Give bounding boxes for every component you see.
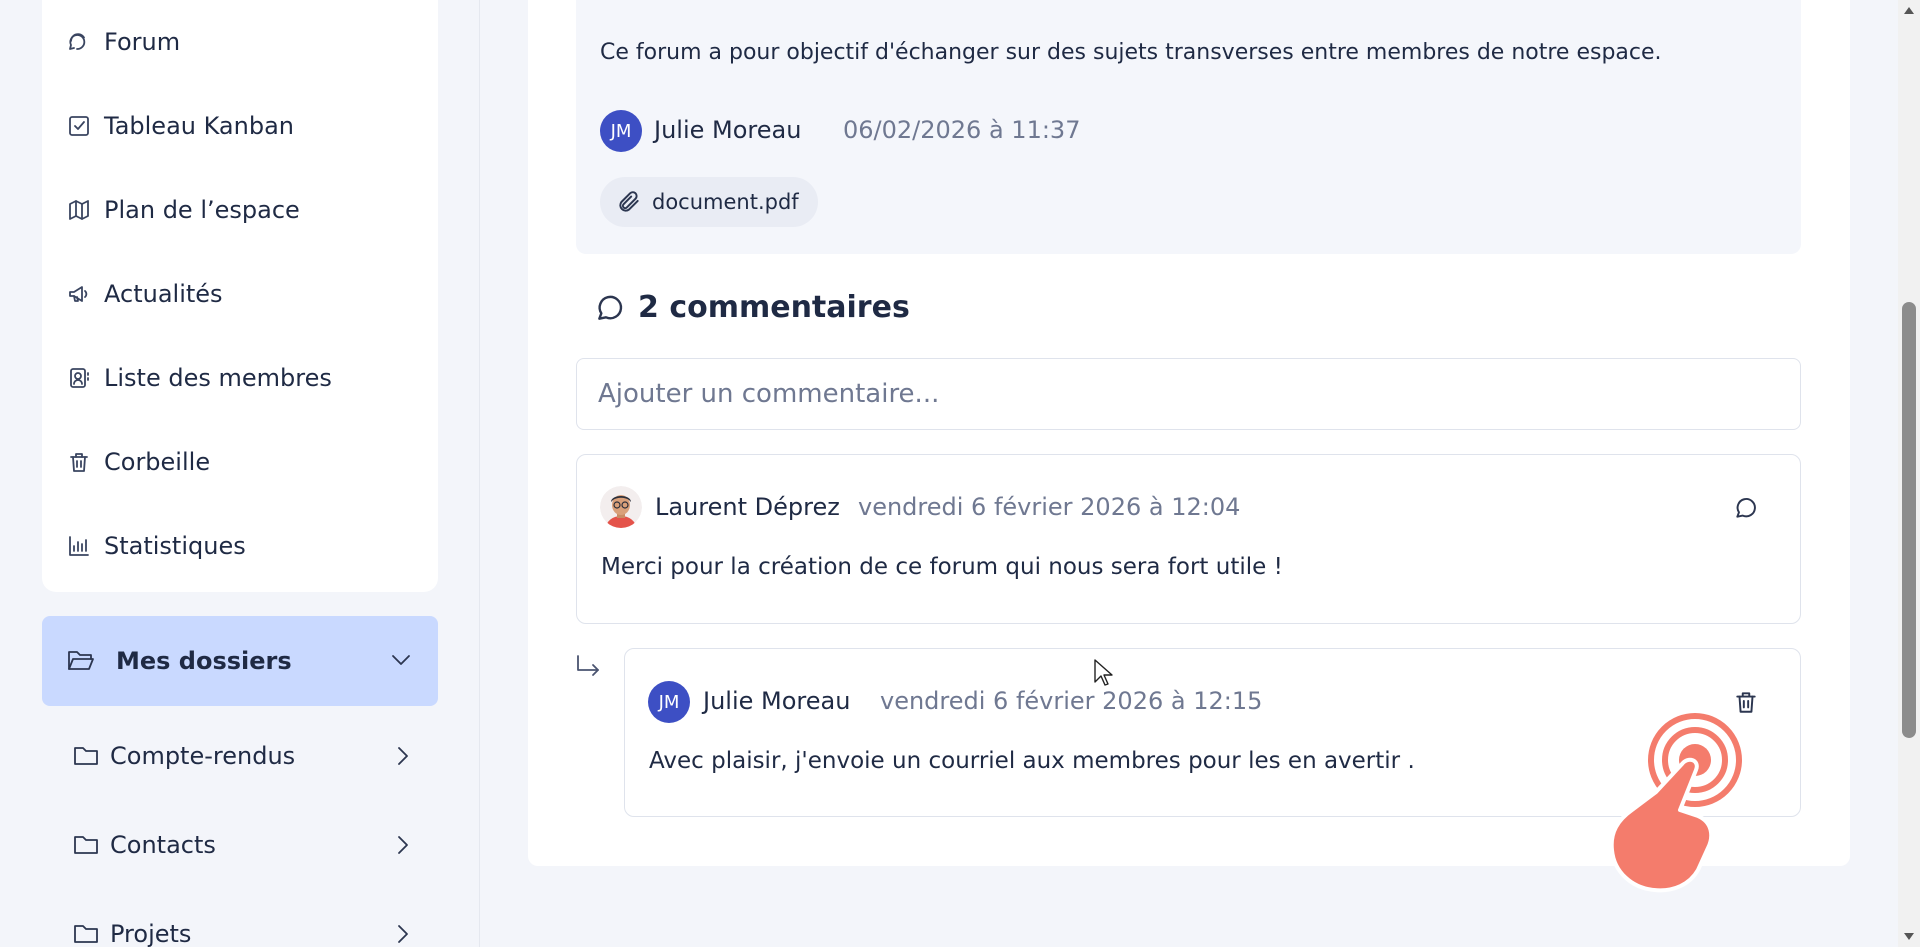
- sidebar-item-kanban[interactable]: Tableau Kanban: [66, 106, 294, 146]
- kanban-icon: [66, 113, 92, 139]
- sidebar-item-actualites[interactable]: Actualités: [66, 274, 223, 314]
- chevron-right-icon: [390, 743, 416, 769]
- folder-item-compte-rendus[interactable]: Compte-rendus: [42, 726, 438, 786]
- sidebar-item-label: Tableau Kanban: [104, 112, 294, 140]
- avatar: JM: [600, 110, 642, 152]
- folder-open-icon: [66, 647, 96, 675]
- chevron-right-icon: [390, 921, 416, 947]
- comment-text: Avec plaisir, j'envoie un courriel aux m…: [649, 748, 1415, 774]
- scroll-down-arrow-icon[interactable]: [1903, 931, 1915, 943]
- megaphone-icon: [66, 281, 92, 307]
- sidebar-item-plan[interactable]: Plan de l’espace: [66, 190, 300, 230]
- chevron-right-icon: [390, 832, 416, 858]
- members-icon: [66, 365, 92, 391]
- my-folders-label: Mes dossiers: [116, 647, 292, 675]
- sidebar: Forum Tableau Kanban Plan de l’espace Ac…: [0, 0, 480, 947]
- post-author: Julie Moreau: [654, 116, 802, 144]
- avatar-initials: JM: [610, 120, 632, 142]
- sidebar-item-forum[interactable]: Forum: [66, 22, 180, 62]
- attachment-link[interactable]: document.pdf: [600, 177, 818, 227]
- comment-icon: [1736, 498, 1756, 518]
- folder-item-label: Compte-rendus: [110, 742, 296, 770]
- post-text: Ce forum a pour objectif d'échanger sur …: [600, 40, 1662, 65]
- sidebar-item-label: Liste des membres: [104, 364, 332, 392]
- trash-icon: [66, 449, 92, 475]
- reply-arrow-icon: [574, 652, 604, 682]
- chevron-down-icon: [388, 647, 414, 673]
- comment-card: [576, 454, 1801, 624]
- comment-author: Laurent Déprez: [655, 493, 840, 521]
- folder-item-label: Contacts: [110, 831, 216, 859]
- reply-button[interactable]: [1730, 492, 1762, 524]
- comment-icon: [598, 295, 623, 320]
- comment-date: vendredi 6 février 2026 à 12:04: [858, 493, 1241, 521]
- avatar-initials: JM: [658, 691, 680, 713]
- stats-icon: [66, 533, 92, 559]
- comment-input[interactable]: [576, 358, 1801, 430]
- sidebar-item-label: Plan de l’espace: [104, 196, 300, 224]
- scroll-up-arrow-icon[interactable]: [1903, 4, 1915, 16]
- folder-icon: [72, 743, 100, 769]
- mouse-cursor-icon: [1094, 659, 1113, 686]
- folder-item-contacts[interactable]: Contacts: [42, 815, 438, 875]
- comments-heading: 2 commentaires: [594, 290, 910, 325]
- sidebar-item-label: Statistiques: [104, 532, 246, 560]
- nav-card: Forum Tableau Kanban Plan de l’espace Ac…: [42, 0, 438, 592]
- paperclip-icon: [619, 191, 639, 212]
- avatar: JM: [648, 681, 690, 723]
- my-folders-toggle[interactable]: Mes dossiers: [42, 616, 438, 706]
- comments-count: 2 commentaires: [638, 290, 910, 325]
- scrollbar-thumb[interactable]: [1902, 302, 1916, 738]
- comment-text: Merci pour la création de ce forum qui n…: [601, 554, 1283, 580]
- sidebar-item-label: Forum: [104, 28, 181, 56]
- avatar: [600, 486, 642, 528]
- folder-item-projets[interactable]: Projets: [42, 904, 438, 947]
- folder-item-label: Projets: [110, 920, 192, 947]
- sidebar-item-membres[interactable]: Liste des membres: [66, 358, 332, 398]
- sidebar-item-label: Corbeille: [104, 448, 211, 476]
- sidebar-item-label: Actualités: [104, 280, 223, 308]
- folder-icon: [72, 921, 100, 947]
- forum-icon: [66, 29, 92, 55]
- post-date: 06/02/2026 à 11:37: [843, 116, 1081, 144]
- sidebar-item-corbeille[interactable]: Corbeille: [66, 442, 210, 482]
- attachment-name: document.pdf: [652, 190, 799, 214]
- sidebar-item-statistiques[interactable]: Statistiques: [66, 526, 246, 566]
- comment-author: Julie Moreau: [703, 687, 851, 715]
- comment-date: vendredi 6 février 2026 à 12:15: [880, 687, 1263, 715]
- folder-icon: [72, 832, 100, 858]
- map-icon: [66, 197, 92, 223]
- tap-hand-icon: [1609, 713, 1742, 893]
